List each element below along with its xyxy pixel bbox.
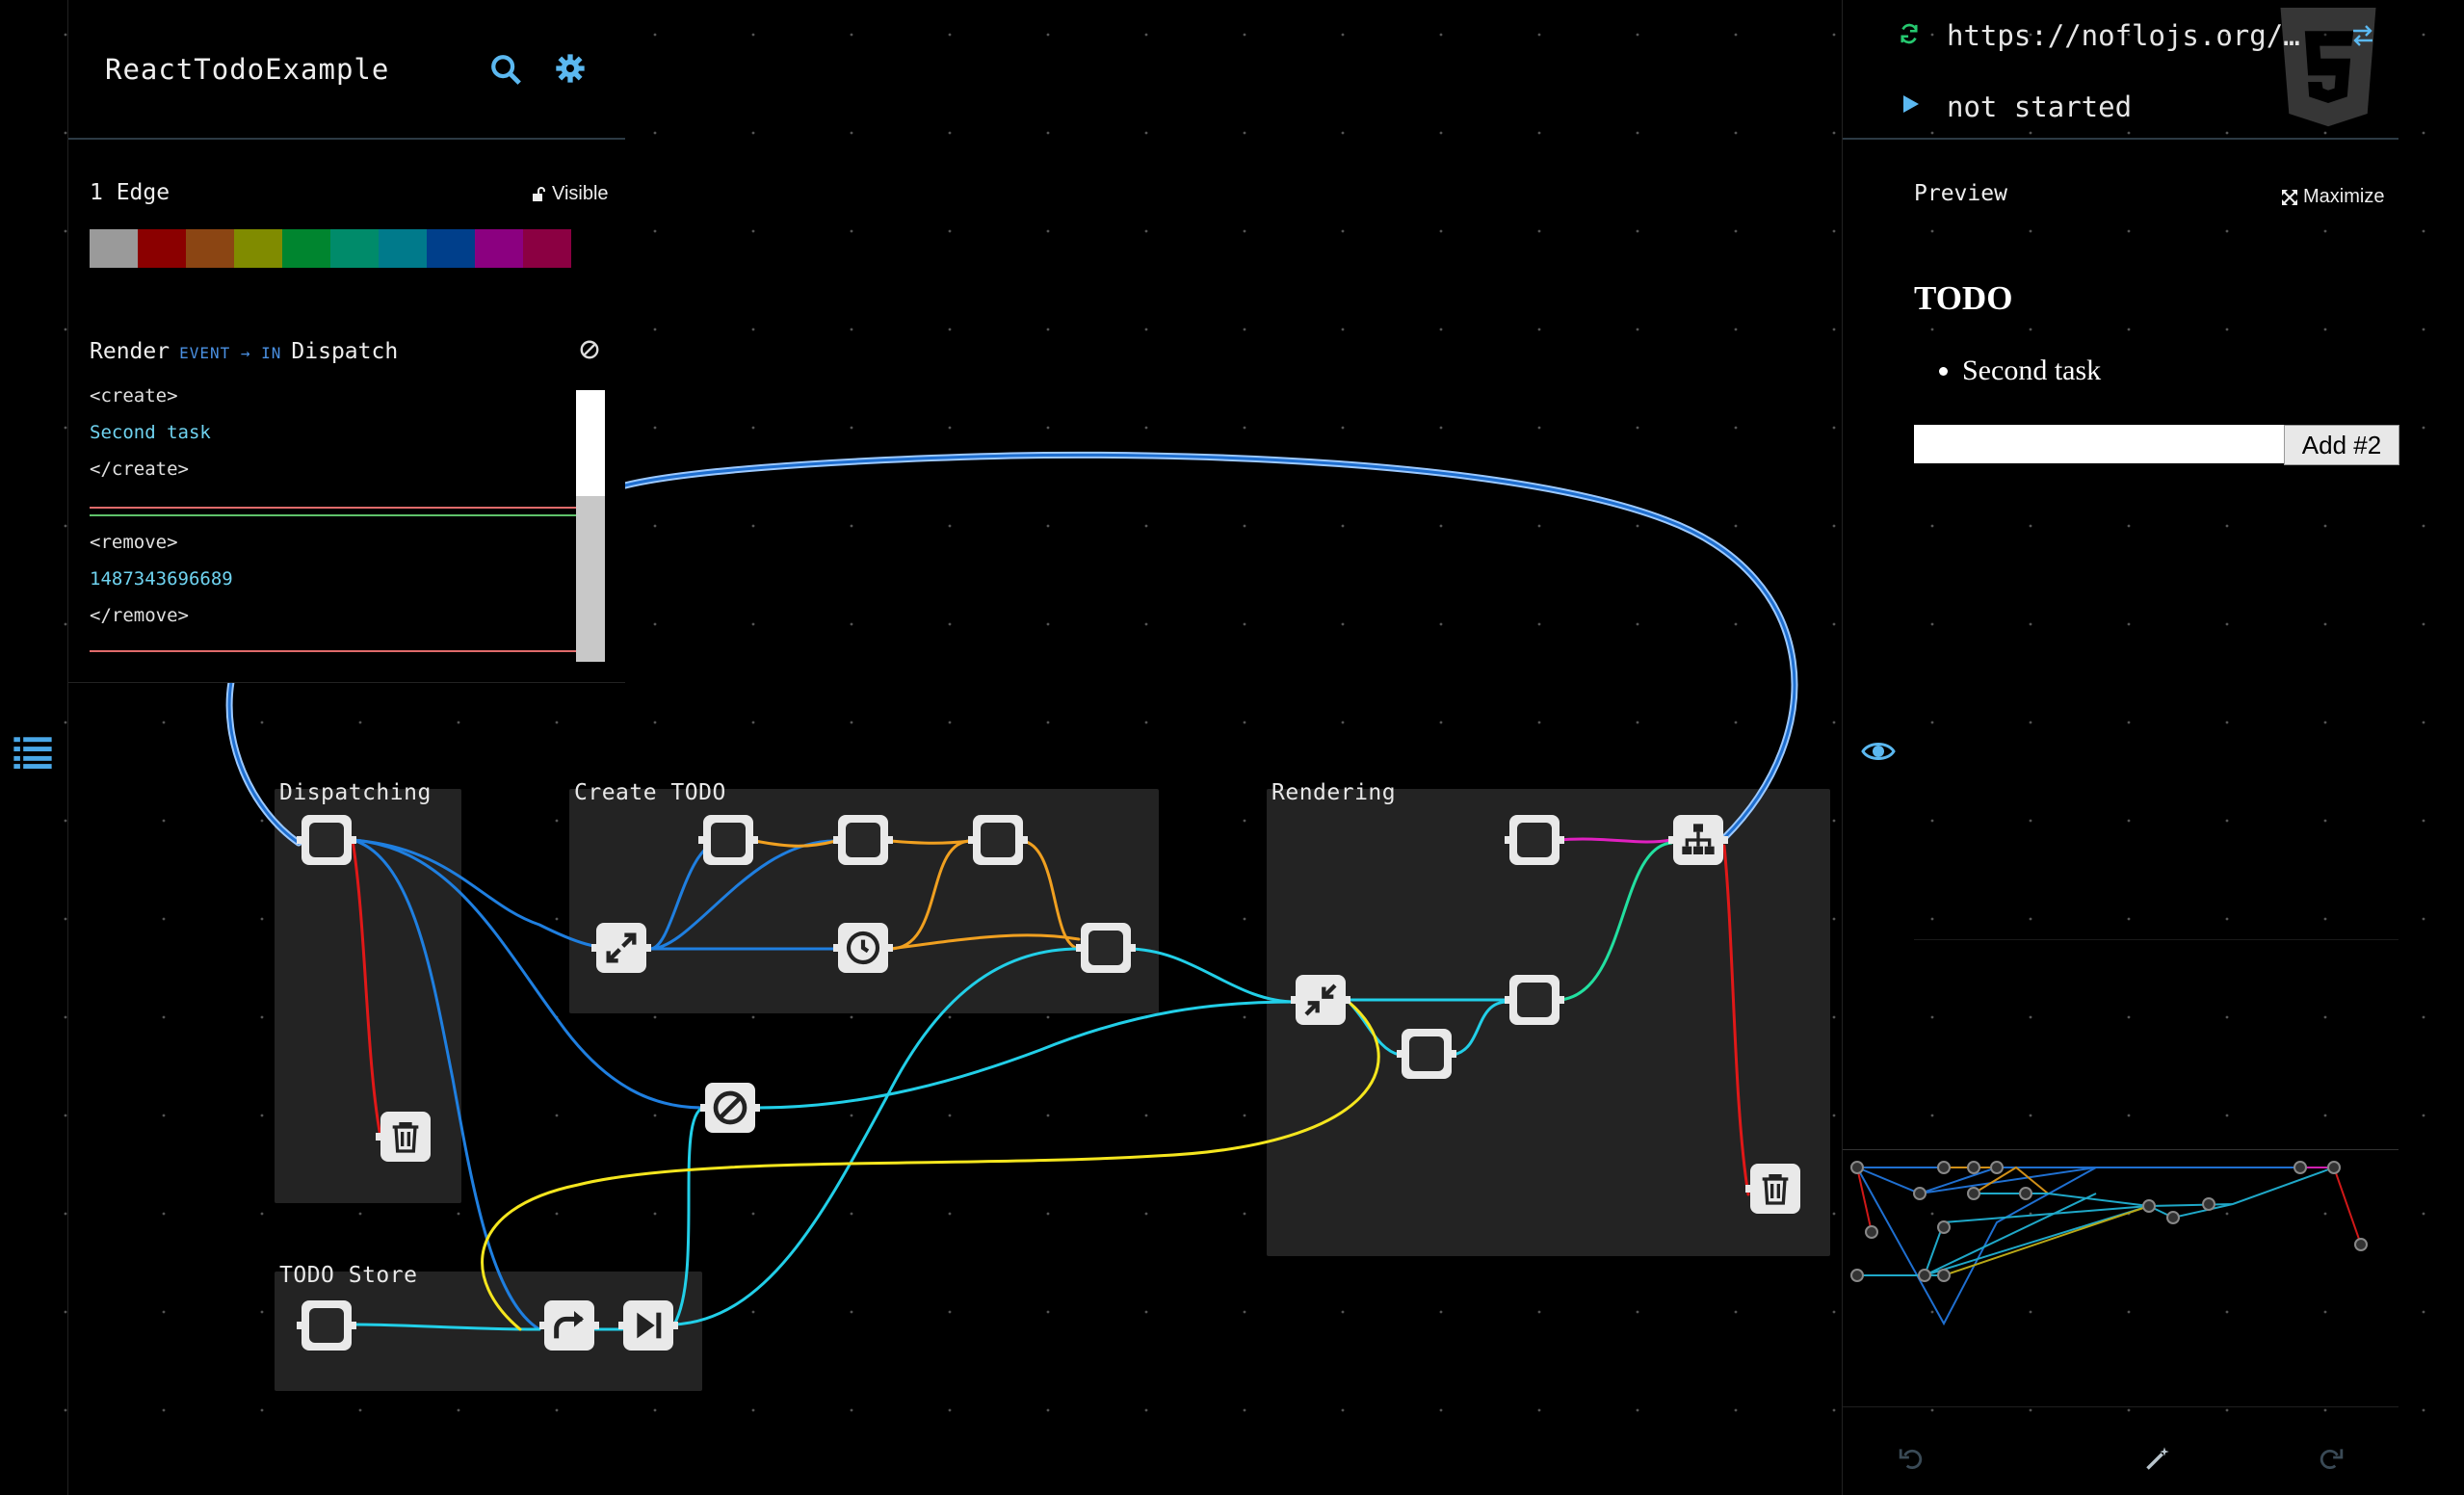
trash-icon (392, 1122, 419, 1153)
clock-icon (846, 931, 880, 965)
todo-input[interactable] (1914, 425, 2284, 463)
share-icon (554, 1311, 584, 1339)
sitemap-icon (1682, 824, 1715, 854)
node-render-merge[interactable] (1291, 975, 1350, 1025)
edge-color-swatch[interactable] (138, 229, 186, 268)
maximize-label: Maximize (2303, 186, 2385, 207)
packet-line: <remove> (90, 532, 178, 553)
search-icon[interactable] (489, 53, 522, 86)
packet-divider (90, 507, 576, 509)
node-create-c[interactable] (968, 815, 1028, 865)
node-store-forward[interactable] (539, 1300, 599, 1351)
node-store-a[interactable] (297, 1300, 356, 1351)
lock-icon (533, 186, 545, 201)
node-create-a[interactable] (698, 815, 758, 865)
block-icon (713, 1090, 747, 1125)
node-create-b[interactable] (833, 815, 893, 865)
node-create-merge[interactable] (1076, 923, 1136, 973)
trash-icon (1762, 1174, 1789, 1205)
packet-line: <create> (90, 385, 178, 407)
packet-header: Render EVENT → IN Dispatch (90, 339, 398, 364)
clear-icon[interactable] (579, 339, 600, 360)
edge-color-swatch[interactable] (379, 229, 427, 268)
todo-app-title: TODO (1914, 279, 2013, 317)
edge-color-swatch[interactable] (90, 229, 138, 268)
packet-line: </remove> (90, 605, 189, 626)
graph-header: ReactTodoExample (68, 0, 625, 140)
todo-item[interactable]: Second task (1962, 354, 2101, 387)
packet-line: 1487343696689 (90, 568, 233, 590)
runtime-header: https://noflojs.org/… not started (1843, 0, 2398, 140)
visibility-toggle[interactable]: Visible (531, 183, 609, 205)
node-dispatch[interactable] (297, 815, 356, 865)
edge-color-swatch[interactable] (475, 229, 523, 268)
eye-icon[interactable] (1861, 738, 1896, 765)
minimap-divider (1843, 1406, 2398, 1407)
group-label-dispatching: Dispatching (279, 780, 432, 805)
todo-list: Second task (1914, 354, 2101, 387)
preview-label: Preview (1914, 181, 2007, 206)
edge-color-swatch[interactable] (234, 229, 282, 268)
packet-scroll-thumb[interactable] (576, 496, 605, 662)
undo-icon[interactable] (1899, 1445, 1924, 1470)
refresh-icon[interactable] (1899, 23, 1920, 44)
compress-icon (1304, 984, 1337, 1016)
preview-divider (1914, 939, 2398, 940)
expand-icon (606, 932, 637, 963)
group-label-todo-store: TODO Store (279, 1263, 418, 1288)
node-render-c[interactable] (1397, 1029, 1456, 1079)
group-label-create-todo: Create TODO (574, 780, 726, 805)
skip-icon (637, 1312, 662, 1339)
edge-color-swatch[interactable] (330, 229, 379, 268)
packet-source: Render (90, 339, 170, 364)
gear-icon[interactable] (555, 53, 586, 84)
visibility-label: Visible (552, 183, 609, 204)
runtime-status: not started (1947, 91, 2133, 123)
wand-icon[interactable] (2144, 1445, 2171, 1472)
left-rail (0, 0, 68, 1495)
packet-line: Second task (90, 422, 211, 443)
graph-minimap[interactable] (1843, 1149, 2398, 1410)
graph-title: ReactTodoExample (105, 53, 390, 86)
node-render-b[interactable] (1505, 975, 1564, 1025)
packet-route: EVENT → IN (179, 344, 282, 362)
maximize-button[interactable]: Maximize (2281, 186, 2384, 208)
node-render-a[interactable] (1505, 815, 1564, 865)
edge-count-label: 1 Edge (90, 180, 170, 205)
node-create-clock[interactable] (833, 923, 893, 973)
redo-icon[interactable] (2319, 1445, 2344, 1470)
packet-scrollbar[interactable] (576, 390, 605, 662)
left-panel: ReactTodoExample 1 Edge Visible Render E… (68, 0, 625, 683)
swap-icon[interactable] (2351, 25, 2374, 46)
edge-color-swatches (90, 229, 571, 268)
packet-divider (90, 514, 576, 516)
right-panel: https://noflojs.org/… not started Previe… (1842, 0, 2399, 1495)
node-create-split[interactable] (591, 923, 651, 973)
packet-target: Dispatch (291, 339, 399, 364)
node-block[interactable] (700, 1083, 760, 1133)
runtime-url[interactable]: https://noflojs.org/… (1947, 19, 2303, 52)
edge-color-swatch[interactable] (186, 229, 234, 268)
node-dispatch-trash[interactable] (376, 1112, 431, 1162)
packet-divider (90, 650, 576, 652)
node-render-dom[interactable] (1668, 815, 1728, 865)
edge-color-swatch[interactable] (523, 229, 571, 268)
maximize-icon (2282, 189, 2297, 205)
packet-line: </create> (90, 459, 189, 480)
add-todo-button[interactable]: Add #2 (2284, 425, 2399, 465)
node-render-trash[interactable] (1745, 1164, 1800, 1214)
play-icon[interactable] (1902, 94, 1920, 114)
edge-color-swatch[interactable] (427, 229, 475, 268)
list-icon[interactable] (13, 734, 52, 769)
group-label-rendering: Rendering (1271, 780, 1397, 805)
edge-color-swatch[interactable] (282, 229, 330, 268)
node-store-skip[interactable] (618, 1300, 678, 1351)
